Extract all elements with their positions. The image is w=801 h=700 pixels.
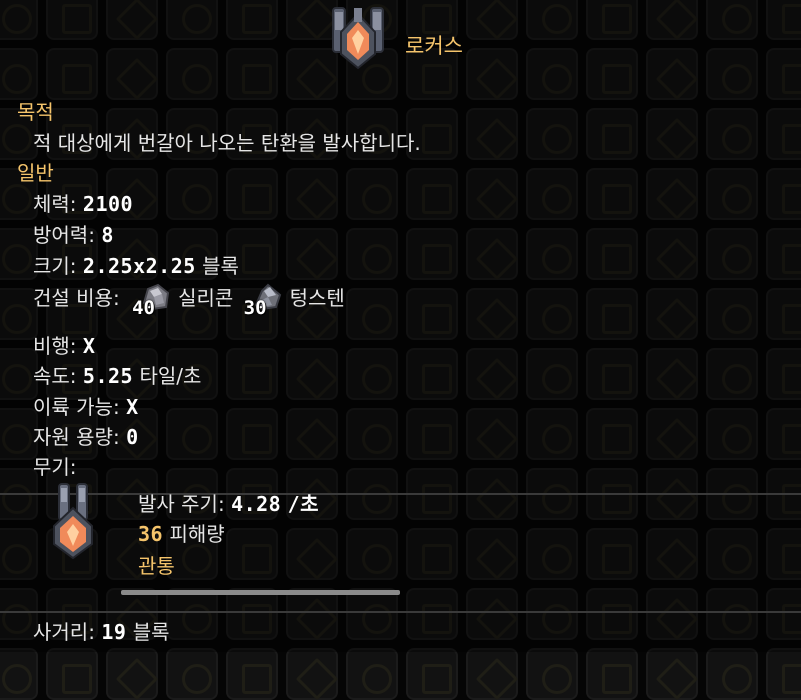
- flying-row: 비행: X: [33, 330, 95, 359]
- health-value: 2100: [82, 192, 134, 216]
- unit-name: 로커스: [405, 34, 463, 58]
- locus-weapon-icon: [44, 482, 102, 564]
- range-label: 사거리:: [33, 620, 95, 644]
- silicon-label: 실리콘: [178, 286, 234, 310]
- item-capacity-row: 자원 용량: 0: [33, 421, 139, 450]
- fire-rate-label: 발사 주기:: [138, 492, 225, 516]
- purpose-heading: 목적: [17, 100, 54, 124]
- background-block-cell: [226, 648, 278, 700]
- fire-rate-unit: /초: [287, 492, 320, 516]
- background-block-cell: [166, 648, 218, 700]
- build-cost-row: 건설 비용: 40 실리콘 30 텅스텐: [33, 282, 345, 319]
- flying-value: X: [82, 334, 96, 358]
- flying-label: 비행:: [33, 334, 77, 358]
- size-unit: 블록: [202, 254, 239, 278]
- armor-row: 방어력: 8: [33, 219, 114, 248]
- can-boost-label: 이륙 가능:: [33, 395, 120, 419]
- tungsten-label: 텅스텐: [289, 286, 345, 310]
- health-label: 체력:: [33, 192, 77, 216]
- weapons-label: 무기:: [33, 455, 77, 479]
- general-heading: 일반: [17, 161, 54, 185]
- background-block-cell: [646, 648, 698, 700]
- background-block-cell: [0, 648, 38, 700]
- damage-row: 36 피해량: [138, 518, 225, 547]
- background-block-cell: [346, 648, 398, 700]
- can-boost-row: 이륙 가능: X: [33, 391, 139, 420]
- background-block-cell: [106, 648, 158, 700]
- speed-unit: 타일/초: [139, 364, 202, 388]
- range-section-divider: [0, 611, 801, 613]
- speed-row: 속도: 5.25 타일/초: [33, 360, 201, 389]
- damage-value: 36: [138, 522, 164, 546]
- background-dim-overlay: [0, 0, 801, 652]
- purpose-description: 적 대상에게 번갈아 나오는 탄환을 발사합니다.: [33, 131, 421, 155]
- background-block-cell: [46, 648, 98, 700]
- speed-value: 5.25: [82, 364, 134, 388]
- background-block-cell: [706, 648, 758, 700]
- background-block-cell: [526, 648, 578, 700]
- background-block-cell: [406, 648, 458, 700]
- locus-turret-icon: [329, 6, 387, 76]
- health-row: 체력: 2100: [33, 188, 133, 217]
- range-row: 사거리: 19 블록: [33, 616, 170, 645]
- item-capacity-label: 자원 용량:: [33, 425, 120, 449]
- size-value: 2.25x2.25: [82, 254, 196, 278]
- pierce-label: 관통: [138, 554, 175, 578]
- size-label: 크기:: [33, 254, 77, 278]
- weapon-section-divider: [0, 493, 801, 495]
- silicon-amount: 40: [132, 297, 155, 319]
- silicon-icon: 40: [130, 283, 178, 319]
- item-capacity-value: 0: [126, 425, 139, 449]
- background-block-cell: [586, 648, 638, 700]
- armor-label: 방어력:: [33, 223, 95, 247]
- fire-rate-value: 4.28: [231, 492, 282, 516]
- can-boost-value: X: [126, 395, 139, 419]
- tungsten-amount: 30: [243, 297, 267, 319]
- size-row: 크기: 2.25x2.25 블록: [33, 250, 239, 279]
- damage-label: 피해량: [169, 522, 225, 546]
- range-unit: 블록: [132, 620, 170, 644]
- fire-rate-row: 발사 주기: 4.28 /초: [138, 488, 319, 517]
- weapon-separator-bar: [121, 590, 400, 595]
- speed-label: 속도:: [33, 364, 77, 388]
- armor-value: 8: [101, 223, 114, 247]
- background-block-cell: [286, 648, 338, 700]
- build-cost-label: 건설 비용:: [33, 286, 120, 310]
- background-block-cell: [766, 648, 801, 700]
- tungsten-icon: 30: [242, 283, 290, 319]
- background-block-cell: [466, 648, 518, 700]
- range-value: 19: [101, 620, 127, 644]
